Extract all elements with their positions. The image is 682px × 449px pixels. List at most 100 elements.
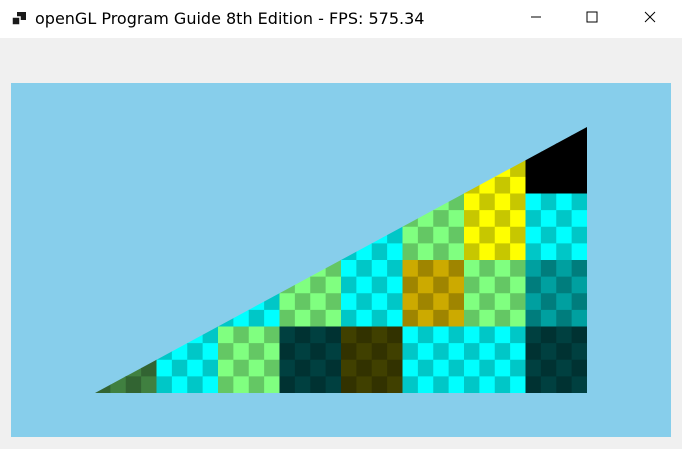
texture-tile [448, 243, 465, 261]
texture-tile [233, 326, 250, 344]
texture-tile [494, 226, 511, 244]
texture-tile [341, 160, 357, 178]
texture-tile [556, 309, 573, 327]
opengl-viewport[interactable] [11, 83, 671, 437]
texture-tile [341, 293, 357, 311]
texture-tile [110, 359, 127, 377]
texture-tile [371, 160, 388, 178]
texture-tile [417, 143, 434, 161]
texture-tile [156, 309, 173, 327]
texture-tile [341, 260, 357, 278]
texture-tile [448, 276, 465, 294]
texture-tile [218, 359, 234, 377]
texture-tile [218, 176, 234, 194]
texture-tile [233, 127, 250, 145]
texture-tile [510, 260, 526, 278]
texture-tile [264, 143, 280, 161]
texture-tile [387, 243, 403, 261]
texture-tile [156, 193, 173, 211]
texture-tile [110, 160, 127, 178]
texture-tile [294, 160, 311, 178]
texture-tile [510, 193, 526, 211]
texture-tile [279, 193, 296, 211]
texture-tile [110, 376, 127, 393]
texture-tile [95, 293, 111, 311]
texture-tile [417, 326, 434, 344]
texture-tile [294, 343, 311, 361]
texture-tile [571, 176, 587, 194]
texture-tile [248, 343, 265, 361]
texture-tile [310, 226, 327, 244]
texture-tile [95, 343, 111, 361]
texture-tile [479, 276, 496, 294]
texture-tile [218, 343, 234, 361]
texture-tile [187, 260, 204, 278]
texture-tile [171, 359, 188, 377]
texture-tile [218, 226, 234, 244]
texture-tile [510, 326, 526, 344]
close-button[interactable] [627, 0, 673, 38]
texture-tile [448, 226, 465, 244]
texture-tile [310, 326, 327, 344]
texture-tile [571, 260, 587, 278]
texture-tile [402, 376, 419, 393]
texture-tile [571, 143, 587, 161]
texture-tile [417, 309, 434, 327]
texture-tile [125, 243, 142, 261]
texture-tile [464, 193, 480, 211]
texture-tile [341, 326, 357, 344]
texture-tile [325, 359, 342, 377]
texture-tile [110, 260, 127, 278]
texture-tile [264, 293, 280, 311]
texture-tile [479, 309, 496, 327]
texture-tile [279, 326, 296, 344]
texture-tile [125, 343, 142, 361]
texture-tile [556, 293, 573, 311]
texture-tile [187, 226, 204, 244]
texture-tile [110, 193, 127, 211]
texture-tile [433, 343, 450, 361]
texture-tile [310, 127, 327, 145]
texture-tile [294, 127, 311, 145]
maximize-button[interactable] [569, 0, 615, 38]
texture-tile [125, 293, 142, 311]
texture-tile [341, 143, 357, 161]
texture-tile [187, 326, 204, 344]
texture-tile [387, 176, 403, 194]
texture-tile [571, 160, 587, 178]
texture-tile [417, 160, 434, 178]
texture-tile [540, 127, 557, 145]
texture-tile [141, 193, 157, 211]
texture-tile [464, 226, 480, 244]
texture-tile [525, 359, 542, 377]
texture-tile [387, 210, 403, 228]
texture-tile [218, 143, 234, 161]
texture-tile [325, 127, 342, 145]
texture-tile [479, 326, 496, 344]
texture-tile [156, 127, 173, 145]
texture-tile [571, 293, 587, 311]
texture-tile [310, 293, 327, 311]
texture-tile [402, 293, 419, 311]
minimize-icon [530, 10, 542, 28]
texture-tile [464, 326, 480, 344]
title-bar[interactable]: openGL Program Guide 8th Edition - FPS: … [0, 0, 682, 38]
texture-tile [525, 376, 542, 393]
texture-tile [479, 243, 496, 261]
texture-tile [187, 127, 204, 145]
texture-tile [479, 260, 496, 278]
texture-tile [540, 309, 557, 327]
texture-tile [156, 359, 173, 377]
texture-tile [510, 143, 526, 161]
texture-tile [141, 143, 157, 161]
texture-tile [448, 326, 465, 344]
texture-tile [448, 160, 465, 178]
texture-tile [448, 309, 465, 327]
texture-tile [218, 276, 234, 294]
minimize-button[interactable] [513, 0, 559, 38]
texture-tile [264, 226, 280, 244]
texture-tile [125, 376, 142, 393]
texture-tile [187, 276, 204, 294]
texture-tile [187, 176, 204, 194]
texture-tile [464, 343, 480, 361]
